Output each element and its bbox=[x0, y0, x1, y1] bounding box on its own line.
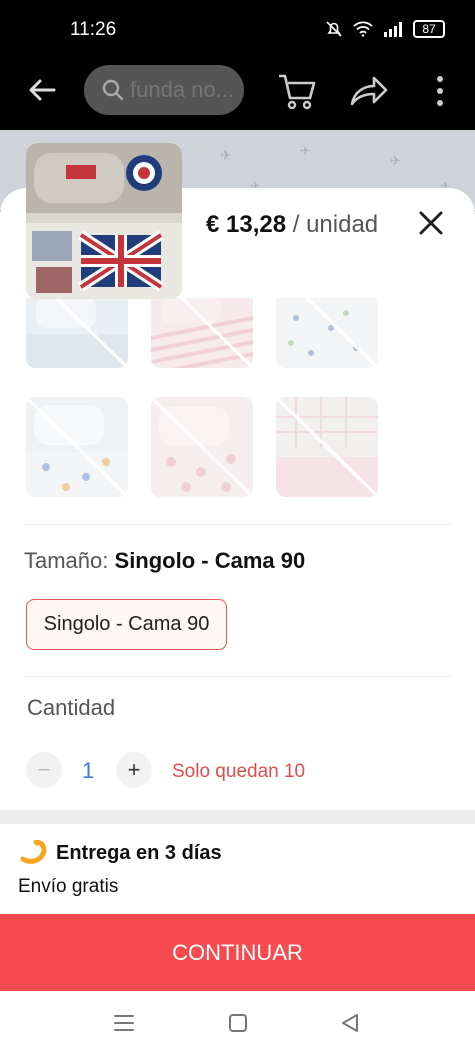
variant-swatch-unavailable[interactable] bbox=[276, 397, 378, 497]
signal-icon bbox=[384, 22, 402, 37]
more-icon[interactable] bbox=[420, 70, 460, 112]
quantity-label: Cantidad bbox=[27, 695, 116, 720]
shipping-text: Envío gratis bbox=[18, 876, 119, 897]
variant-swatch-unavailable[interactable] bbox=[151, 397, 253, 497]
delivery-title: Entrega en 3 días bbox=[56, 841, 222, 864]
svg-text:✈: ✈ bbox=[300, 144, 310, 158]
variant-swatch-unavailable[interactable] bbox=[276, 298, 378, 368]
variant-swatch-unavailable[interactable] bbox=[151, 298, 253, 368]
status-icons: 87 bbox=[325, 20, 445, 38]
home-icon[interactable] bbox=[218, 1003, 258, 1043]
share-icon[interactable] bbox=[348, 70, 390, 112]
fast-delivery-icon bbox=[20, 840, 47, 864]
search-box[interactable] bbox=[84, 65, 244, 115]
menu-icon[interactable] bbox=[104, 1003, 144, 1043]
price-unit: / unidad bbox=[292, 211, 379, 238]
mute-bell-icon bbox=[326, 21, 342, 37]
continue-button[interactable]: CONTINUAR bbox=[0, 914, 475, 991]
selected-product-thumbnail[interactable] bbox=[26, 143, 182, 299]
divider bbox=[24, 676, 451, 677]
stock-note: Solo quedan 10 bbox=[172, 761, 306, 782]
variant-swatch-unavailable[interactable] bbox=[26, 298, 128, 368]
battery-indicator: 87 bbox=[413, 20, 445, 38]
delivery-info: Entrega en 3 días bbox=[20, 840, 222, 866]
size-option-selected[interactable]: Singolo - Cama 90 bbox=[26, 599, 227, 650]
wifi-icon bbox=[353, 21, 373, 37]
svg-text:✈: ✈ bbox=[220, 148, 232, 164]
price-amount: € 13,28 bbox=[206, 211, 287, 238]
back-arrow-icon[interactable] bbox=[22, 70, 62, 110]
status-bar: 11:26 87 bbox=[0, 0, 475, 60]
section-separator bbox=[0, 810, 475, 824]
size-label: Tamaño: Singolo - Cama 90 bbox=[24, 548, 305, 574]
search-icon bbox=[102, 79, 124, 101]
variant-swatch-unavailable[interactable] bbox=[26, 397, 128, 497]
back-triangle-icon[interactable] bbox=[330, 1003, 370, 1043]
status-time: 11:26 bbox=[70, 19, 117, 40]
search-input[interactable] bbox=[130, 77, 238, 103]
size-label-prefix: Tamaño: bbox=[24, 548, 109, 573]
decrement-button[interactable]: − bbox=[26, 752, 62, 788]
system-nav-bar bbox=[0, 991, 475, 1056]
divider bbox=[24, 524, 451, 525]
size-selected-value: Singolo - Cama 90 bbox=[114, 548, 306, 573]
svg-text:✈: ✈ bbox=[390, 154, 401, 169]
price-display: € 13,28 / unidad bbox=[206, 211, 378, 239]
increment-button[interactable]: + bbox=[116, 752, 152, 788]
quantity-value[interactable]: 1 bbox=[82, 758, 94, 784]
close-icon[interactable] bbox=[416, 208, 446, 238]
cart-icon[interactable] bbox=[276, 70, 318, 112]
